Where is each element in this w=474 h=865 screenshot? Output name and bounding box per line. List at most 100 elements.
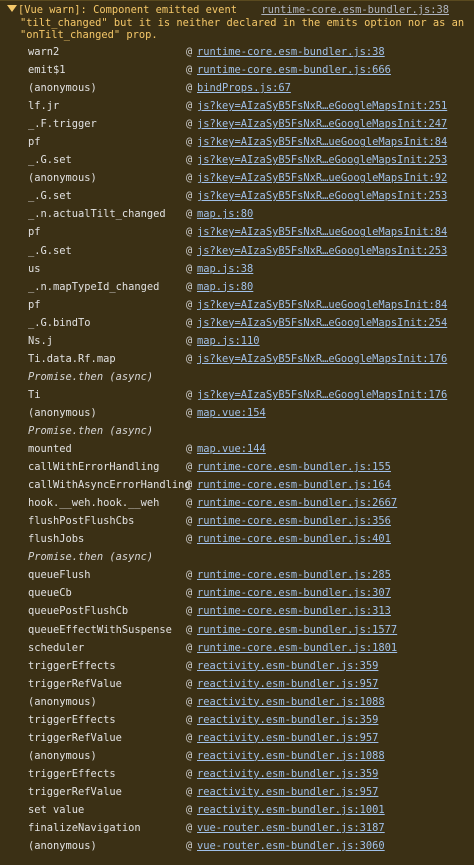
async-separator: Promise.then (async) — [0, 422, 474, 440]
frame-source-link[interactable]: runtime-core.esm-bundler.js:666 — [197, 61, 391, 79]
warning-source-link[interactable]: runtime-core.esm-bundler.js:38 — [261, 4, 449, 17]
at-symbol: @ — [186, 118, 193, 131]
frame-function-name: _.G.set — [28, 190, 72, 203]
frame-source-link[interactable]: js?key=AIzaSyB5FsNxR…eGoogleMapsInit:254 — [197, 314, 447, 332]
frame-function-name: lf.jr — [28, 100, 60, 113]
frame-function-name: (anonymous) — [28, 695, 97, 708]
frame-source-link[interactable]: map.js:80 — [197, 278, 253, 296]
stack-frame: queueCb @ runtime-core.esm-bundler.js:307 — [0, 584, 474, 602]
at-symbol: @ — [186, 840, 193, 853]
frame-source-link[interactable]: vue-router.esm-bundler.js:3187 — [197, 819, 385, 837]
frame-source-link[interactable]: map.vue:144 — [197, 440, 266, 458]
at-symbol: @ — [186, 731, 193, 744]
stack-frame: hook.__weh.hook.__weh @ runtime-core.esm-b… — [0, 494, 474, 512]
frame-function-name: triggerRefValue — [28, 785, 122, 798]
at-symbol: @ — [186, 803, 193, 816]
frame-source-link[interactable]: reactivity.esm-bundler.js:359 — [197, 765, 378, 783]
frame-source-link[interactable]: js?key=AIzaSyB5FsNxR…eGoogleMapsInit:176 — [197, 386, 447, 404]
frame-source-link[interactable]: map.vue:154 — [197, 404, 266, 422]
frame-source-link[interactable]: vue-router.esm-bundler.js:3060 — [197, 837, 385, 855]
frame-function-name: emit$1 — [28, 64, 66, 77]
frame-source-link[interactable]: js?key=AIzaSyB5FsNxR…eGoogleMapsInit:253 — [197, 187, 447, 205]
frame-source-link[interactable]: reactivity.esm-bundler.js:359 — [197, 711, 378, 729]
frame-function-name: _.G.set — [28, 244, 72, 257]
frame-function-name: queueCb — [28, 587, 72, 600]
at-symbol: @ — [186, 172, 193, 185]
stack-frame: triggerRefValue @ reactivity.esm-bundler.j… — [0, 729, 474, 747]
stack-frame: set value @ reactivity.esm-bundler.js:1001 — [0, 801, 474, 819]
at-symbol: @ — [186, 659, 193, 672]
at-symbol: @ — [186, 677, 193, 690]
frame-source-link[interactable]: runtime-core.esm-bundler.js:1577 — [197, 621, 397, 639]
stack-frame: _.G.set @ js?key=AIzaSyB5FsNxR…eGoogleMaps… — [0, 151, 474, 169]
frame-source-link[interactable]: runtime-core.esm-bundler.js:164 — [197, 476, 391, 494]
frame-source-link[interactable]: map.js:38 — [197, 260, 253, 278]
frame-source-link[interactable]: map.js:80 — [197, 205, 253, 223]
frame-function-name: triggerEffects — [28, 713, 116, 726]
at-symbol: @ — [186, 46, 193, 58]
frame-source-link[interactable]: runtime-core.esm-bundler.js:356 — [197, 512, 391, 530]
frame-source-link[interactable]: map.js:110 — [197, 332, 260, 350]
frame-source-link[interactable]: reactivity.esm-bundler.js:1088 — [197, 747, 385, 765]
async-label: Promise.then (async) — [28, 551, 154, 564]
at-symbol: @ — [186, 623, 193, 636]
stack-frame: pf @ js?key=AIzaSyB5FsNxR…ueGoogleMapsInit… — [0, 296, 474, 314]
frame-source-link[interactable]: runtime-core.esm-bundler.js:1801 — [197, 639, 397, 657]
frame-source-link[interactable]: js?key=AIzaSyB5FsNxR…eGoogleMapsInit:176 — [197, 350, 447, 368]
stack-frame: _.n.actualTilt_changed @ map.js:80 — [0, 205, 474, 223]
at-symbol: @ — [186, 749, 193, 762]
frame-source-link[interactable]: reactivity.esm-bundler.js:1001 — [197, 801, 385, 819]
frame-source-link[interactable]: js?key=AIzaSyB5FsNxR…ueGoogleMapsInit:92 — [197, 169, 447, 187]
frame-source-link[interactable]: reactivity.esm-bundler.js:359 — [197, 657, 378, 675]
frame-source-link[interactable]: bindProps.js:67 — [197, 79, 291, 97]
frame-function-name: hook.__weh.hook.__weh — [28, 497, 160, 510]
at-symbol: @ — [186, 406, 193, 419]
stack-frame: emit$1 @ runtime-core.esm-bundler.js:666 — [0, 61, 474, 79]
frame-source-link[interactable]: runtime-core.esm-bundler.js:285 — [197, 566, 391, 584]
frame-source-link[interactable]: js?key=AIzaSyB5FsNxR…eGoogleMapsInit:247 — [197, 115, 447, 133]
at-symbol: @ — [186, 713, 193, 726]
frame-source-link[interactable]: runtime-core.esm-bundler.js:401 — [197, 530, 391, 548]
frame-source-link[interactable]: runtime-core.esm-bundler.js:313 — [197, 602, 391, 620]
at-symbol: @ — [186, 154, 193, 167]
frame-function-name: callWithErrorHandling — [28, 461, 160, 474]
at-symbol: @ — [186, 443, 193, 456]
frame-function-name: us — [28, 262, 41, 275]
async-label: Promise.then (async) — [28, 424, 154, 437]
stack-frame: lf.jr @ js?key=AIzaSyB5FsNxR…eGoogleMapsIn… — [0, 97, 474, 115]
at-symbol: @ — [186, 388, 193, 401]
frame-function-name: _.G.set — [28, 154, 72, 167]
frame-source-link[interactable]: js?key=AIzaSyB5FsNxR…ueGoogleMapsInit:84 — [197, 223, 447, 241]
frame-function-name: finalizeNavigation — [28, 822, 141, 835]
frame-function-name: (anonymous) — [28, 749, 97, 762]
frame-source-link[interactable]: js?key=AIzaSyB5FsNxR…eGoogleMapsInit:251 — [197, 97, 447, 115]
frame-function-name: Ti.data.Rf.map — [28, 352, 116, 365]
warning-header[interactable]: [Vue warn]: Component emitted event runt… — [0, 1, 474, 42]
frame-source-link[interactable]: js?key=AIzaSyB5FsNxR…eGoogleMapsInit:253 — [197, 151, 447, 169]
frame-source-link[interactable]: runtime-core.esm-bundler.js:155 — [197, 458, 391, 476]
frame-source-link[interactable]: reactivity.esm-bundler.js:957 — [197, 783, 378, 801]
frame-source-link[interactable]: js?key=AIzaSyB5FsNxR…ueGoogleMapsInit:84 — [197, 296, 447, 314]
frame-source-link[interactable]: reactivity.esm-bundler.js:957 — [197, 675, 378, 693]
frame-source-link[interactable]: reactivity.esm-bundler.js:957 — [197, 729, 378, 747]
stack-frame: (anonymous) @ reactivity.esm-bundler.js:10… — [0, 693, 474, 711]
frame-source-link[interactable]: reactivity.esm-bundler.js:1088 — [197, 693, 385, 711]
at-symbol: @ — [186, 785, 193, 798]
frame-source-link[interactable]: js?key=AIzaSyB5FsNxR…ueGoogleMapsInit:84 — [197, 133, 447, 151]
frame-function-name: pf — [28, 298, 41, 311]
frame-function-name: Ti — [28, 388, 41, 401]
frame-source-link[interactable]: runtime-core.esm-bundler.js:307 — [197, 584, 391, 602]
stack-frame: _.G.bindTo @ js?key=AIzaSyB5FsNxR…eGoogleM… — [0, 314, 474, 332]
stack-frame: callWithErrorHandling @ runtime-core.esm-b… — [0, 458, 474, 476]
at-symbol: @ — [186, 82, 193, 95]
stack-frame: _.n.mapTypeId_changed @ map.js:80 — [0, 278, 474, 296]
frame-source-link[interactable]: runtime-core.esm-bundler.js:38 — [197, 43, 385, 61]
warning-message-line3: "onTilt_changed" prop. — [20, 29, 158, 41]
frame-source-link[interactable]: runtime-core.esm-bundler.js:2667 — [197, 494, 397, 512]
expand-triangle-icon[interactable] — [7, 5, 17, 12]
console-warning-entry: [Vue warn]: Component emitted event runt… — [0, 0, 474, 865]
frame-source-link[interactable]: js?key=AIzaSyB5FsNxR…eGoogleMapsInit:253 — [197, 242, 447, 260]
at-symbol: @ — [186, 298, 193, 311]
stack-frame: callWithAsyncErrorHandling @ runtime-core.… — [0, 476, 474, 494]
at-symbol: @ — [186, 100, 193, 113]
